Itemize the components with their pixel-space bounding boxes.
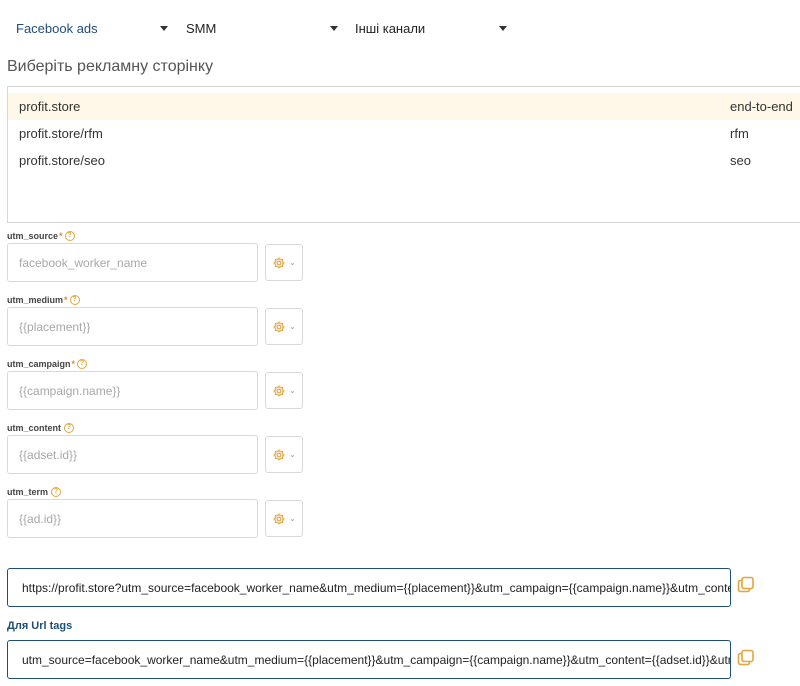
field-label-text: utm_source (7, 231, 59, 241)
caret-down-icon (330, 25, 338, 31)
chevron-down-icon: ⌄ (289, 257, 296, 267)
channel-dropdown-label: SMM (186, 20, 217, 36)
page-tag: rfm (730, 126, 749, 141)
help-icon[interactable]: ? (64, 423, 74, 433)
field-label-text: utm_term (7, 487, 49, 497)
utm-source-label: utm_source *? (7, 231, 75, 241)
utm-term-input[interactable]: {{ad.id}} (7, 499, 258, 538)
field-label-text: utm_campaign (7, 359, 71, 369)
utm-campaign-input[interactable]: {{campaign.name}} (7, 371, 258, 410)
help-icon[interactable]: ? (51, 487, 62, 497)
landing-page-list: profit.store end-to-end profit.store/rfm… (7, 86, 800, 223)
field-label-text: utm_content (7, 423, 61, 433)
gear-icon (273, 384, 285, 397)
page-url: profit.store (19, 99, 81, 114)
list-item[interactable]: profit.store/seo seo (8, 147, 800, 174)
input-value: {{placement}} (19, 319, 91, 334)
generated-url-field[interactable]: https://profit.store?utm_source=facebook… (7, 568, 731, 607)
page-url: profit.store/rfm (19, 126, 103, 141)
page-tag: seo (730, 153, 751, 168)
chevron-down-icon: ⌄ (289, 449, 296, 459)
utm-medium-input[interactable]: {{placement}} (7, 307, 258, 346)
channel-dropdown-other[interactable]: Інші канали (355, 18, 507, 38)
utm-content-label: utm_content? (7, 423, 74, 433)
url-tags-field[interactable]: utm_source=facebook_worker_name&utm_medi… (7, 640, 731, 679)
copy-icon[interactable] (737, 649, 755, 667)
utm-term-settings-button[interactable]: ⌄ (265, 500, 303, 537)
list-item[interactable]: profit.store end-to-end (8, 93, 800, 120)
utm-term-label: utm_term? (7, 487, 62, 497)
chevron-down-icon: ⌄ (289, 321, 296, 331)
caret-down-icon (160, 25, 168, 31)
generated-url-text: https://profit.store?utm_source=facebook… (22, 580, 730, 595)
channel-dropdown-facebook-ads[interactable]: Facebook ads (16, 18, 168, 38)
gear-icon (273, 512, 285, 525)
help-icon[interactable]: ? (77, 359, 88, 369)
utm-medium-label: utm_medium *? (7, 295, 80, 305)
utm-source-settings-button[interactable]: ⌄ (265, 244, 303, 281)
gear-icon (273, 256, 285, 269)
required-mark: * (71, 359, 76, 369)
input-value: {{campaign.name}} (19, 383, 121, 398)
utm-campaign-label: utm_campaign *? (7, 359, 88, 369)
required-mark: * (64, 295, 68, 305)
utm-source-input[interactable]: facebook_worker_name (7, 243, 258, 282)
chevron-down-icon: ⌄ (289, 385, 296, 395)
page-url: profit.store/seo (19, 153, 105, 168)
copy-icon[interactable] (737, 576, 755, 594)
url-tags-label: Для Url tags (7, 620, 73, 632)
chevron-down-icon: ⌄ (289, 513, 296, 523)
page-select-heading: Виберіть рекламну сторінку (7, 58, 214, 75)
utm-content-settings-button[interactable]: ⌄ (265, 436, 303, 473)
input-value: facebook_worker_name (19, 255, 148, 270)
input-value: {{adset.id}} (19, 447, 78, 462)
utm-content-input[interactable]: {{adset.id}} (7, 435, 258, 474)
url-tags-text: utm_source=facebook_worker_name&utm_medi… (22, 652, 730, 667)
caret-down-icon (499, 25, 507, 31)
list-item[interactable]: profit.store/rfm rfm (8, 120, 800, 147)
gear-icon (273, 320, 285, 333)
help-icon[interactable]: ? (64, 231, 75, 241)
required-mark: * (59, 231, 63, 241)
channel-dropdown-smm[interactable]: SMM (186, 18, 338, 38)
channel-dropdown-label: Інші канали (355, 20, 426, 36)
help-icon[interactable]: ? (69, 295, 80, 305)
utm-campaign-settings-button[interactable]: ⌄ (265, 372, 303, 409)
page-tag: end-to-end (730, 99, 793, 114)
gear-icon (273, 448, 285, 461)
channel-dropdown-label: Facebook ads (16, 20, 98, 36)
input-value: {{ad.id}} (19, 511, 62, 526)
utm-medium-settings-button[interactable]: ⌄ (265, 308, 303, 345)
field-label-text: utm_medium (7, 295, 64, 305)
